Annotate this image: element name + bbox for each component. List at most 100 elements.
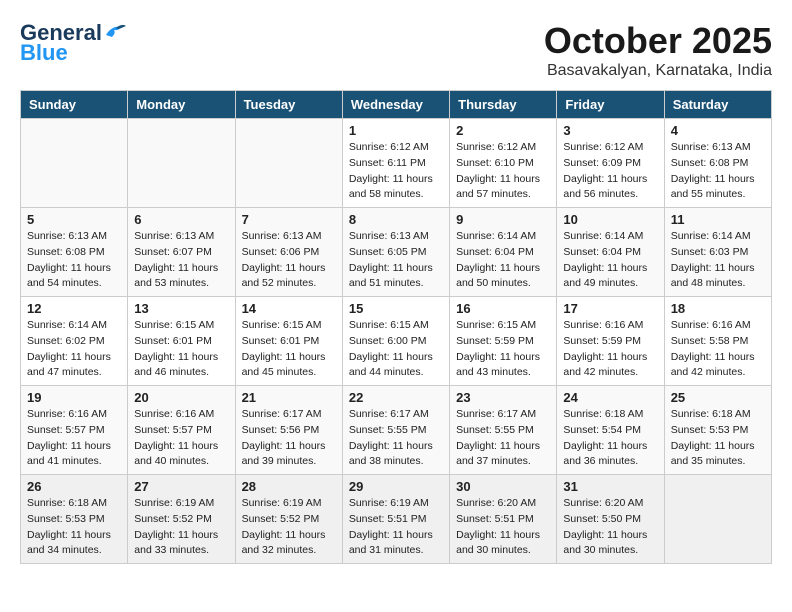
calendar-day-20: 20 Sunrise: 6:16 AM Sunset: 5:57 PM Dayli… bbox=[128, 386, 235, 475]
calendar-day-empty bbox=[235, 119, 342, 208]
day-info: Sunrise: 6:12 AM Sunset: 6:09 PM Dayligh… bbox=[563, 140, 657, 203]
day-number: 16 bbox=[456, 301, 550, 316]
calendar-day-30: 30 Sunrise: 6:20 AM Sunset: 5:51 PM Dayli… bbox=[450, 475, 557, 564]
day-info: Sunrise: 6:15 AM Sunset: 6:00 PM Dayligh… bbox=[349, 318, 443, 381]
column-header-sunday: Sunday bbox=[21, 91, 128, 119]
day-info: Sunrise: 6:16 AM Sunset: 5:57 PM Dayligh… bbox=[134, 407, 228, 470]
day-number: 14 bbox=[242, 301, 336, 316]
day-info: Sunrise: 6:16 AM Sunset: 5:58 PM Dayligh… bbox=[671, 318, 765, 381]
column-header-monday: Monday bbox=[128, 91, 235, 119]
calendar-week-row: 19Sunrise: 6:16 AM Sunset: 5:57 PM Dayli… bbox=[21, 386, 772, 475]
calendar-day-10: 10Sunrise: 6:14 AM Sunset: 6:04 PM Dayli… bbox=[557, 208, 664, 297]
day-number: 26 bbox=[27, 479, 121, 494]
day-number: 28 bbox=[242, 479, 336, 494]
day-info: Sunrise: 6:18 AM Sunset: 5:54 PM Dayligh… bbox=[563, 407, 657, 470]
day-info: Sunrise: 6:12 AM Sunset: 6:11 PM Dayligh… bbox=[349, 140, 443, 203]
logo-bird-icon bbox=[104, 23, 126, 39]
calendar-day-23: 23 Sunrise: 6:17 AM Sunset: 5:55 PM Dayli… bbox=[450, 386, 557, 475]
calendar-day-19: 19Sunrise: 6:16 AM Sunset: 5:57 PM Dayli… bbox=[21, 386, 128, 475]
column-header-wednesday: Wednesday bbox=[342, 91, 449, 119]
day-number: 23 bbox=[456, 390, 550, 405]
day-number: 29 bbox=[349, 479, 443, 494]
calendar-day-4: 4 Sunrise: 6:13 AM Sunset: 6:08 PM Daylig… bbox=[664, 119, 771, 208]
calendar-day-empty bbox=[21, 119, 128, 208]
page-header: General Blue October 2025 Basavakalyan, … bbox=[20, 20, 772, 80]
day-info: Sunrise: 6:13 AM Sunset: 6:07 PM Dayligh… bbox=[134, 229, 228, 292]
day-number: 27 bbox=[134, 479, 228, 494]
day-info: Sunrise: 6:16 AM Sunset: 5:59 PM Dayligh… bbox=[563, 318, 657, 381]
calendar-day-empty bbox=[664, 475, 771, 564]
day-info: Sunrise: 6:14 AM Sunset: 6:04 PM Dayligh… bbox=[456, 229, 550, 292]
day-info: Sunrise: 6:19 AM Sunset: 5:52 PM Dayligh… bbox=[134, 496, 228, 559]
month-title: October 2025 bbox=[544, 20, 772, 62]
column-header-tuesday: Tuesday bbox=[235, 91, 342, 119]
day-number: 10 bbox=[563, 212, 657, 227]
calendar-day-9: 9 Sunrise: 6:14 AM Sunset: 6:04 PM Daylig… bbox=[450, 208, 557, 297]
day-info: Sunrise: 6:14 AM Sunset: 6:02 PM Dayligh… bbox=[27, 318, 121, 381]
calendar-day-24: 24 Sunrise: 6:18 AM Sunset: 5:54 PM Dayli… bbox=[557, 386, 664, 475]
day-info: Sunrise: 6:17 AM Sunset: 5:55 PM Dayligh… bbox=[349, 407, 443, 470]
calendar-day-13: 13 Sunrise: 6:15 AM Sunset: 6:01 PM Dayli… bbox=[128, 297, 235, 386]
day-number: 15 bbox=[349, 301, 443, 316]
day-number: 31 bbox=[563, 479, 657, 494]
day-number: 21 bbox=[242, 390, 336, 405]
calendar-week-row: 5 Sunrise: 6:13 AM Sunset: 6:08 PM Daylig… bbox=[21, 208, 772, 297]
calendar-day-31: 31 Sunrise: 6:20 AM Sunset: 5:50 PM Dayli… bbox=[557, 475, 664, 564]
day-info: Sunrise: 6:12 AM Sunset: 6:10 PM Dayligh… bbox=[456, 140, 550, 203]
day-number: 12 bbox=[27, 301, 121, 316]
column-header-thursday: Thursday bbox=[450, 91, 557, 119]
calendar-header-row: SundayMondayTuesdayWednesdayThursdayFrid… bbox=[21, 91, 772, 119]
calendar-day-2: 2Sunrise: 6:12 AM Sunset: 6:10 PM Daylig… bbox=[450, 119, 557, 208]
logo: General Blue bbox=[20, 20, 126, 66]
day-number: 3 bbox=[563, 123, 657, 138]
title-block: October 2025 Basavakalyan, Karnataka, In… bbox=[544, 20, 772, 80]
day-info: Sunrise: 6:16 AM Sunset: 5:57 PM Dayligh… bbox=[27, 407, 121, 470]
day-info: Sunrise: 6:15 AM Sunset: 6:01 PM Dayligh… bbox=[134, 318, 228, 381]
calendar-day-empty bbox=[128, 119, 235, 208]
calendar-day-21: 21Sunrise: 6:17 AM Sunset: 5:56 PM Dayli… bbox=[235, 386, 342, 475]
day-info: Sunrise: 6:13 AM Sunset: 6:08 PM Dayligh… bbox=[27, 229, 121, 292]
calendar-day-11: 11Sunrise: 6:14 AM Sunset: 6:03 PM Dayli… bbox=[664, 208, 771, 297]
location-text: Basavakalyan, Karnataka, India bbox=[544, 62, 772, 80]
day-number: 20 bbox=[134, 390, 228, 405]
day-info: Sunrise: 6:20 AM Sunset: 5:50 PM Dayligh… bbox=[563, 496, 657, 559]
calendar-day-6: 6 Sunrise: 6:13 AM Sunset: 6:07 PM Daylig… bbox=[128, 208, 235, 297]
day-number: 13 bbox=[134, 301, 228, 316]
calendar-day-14: 14 Sunrise: 6:15 AM Sunset: 6:01 PM Dayli… bbox=[235, 297, 342, 386]
calendar-day-5: 5 Sunrise: 6:13 AM Sunset: 6:08 PM Daylig… bbox=[21, 208, 128, 297]
day-number: 8 bbox=[349, 212, 443, 227]
calendar-day-1: 1Sunrise: 6:12 AM Sunset: 6:11 PM Daylig… bbox=[342, 119, 449, 208]
day-number: 5 bbox=[27, 212, 121, 227]
calendar-table: SundayMondayTuesdayWednesdayThursdayFrid… bbox=[20, 90, 772, 564]
day-info: Sunrise: 6:20 AM Sunset: 5:51 PM Dayligh… bbox=[456, 496, 550, 559]
calendar-day-22: 22 Sunrise: 6:17 AM Sunset: 5:55 PM Dayli… bbox=[342, 386, 449, 475]
day-info: Sunrise: 6:13 AM Sunset: 6:06 PM Dayligh… bbox=[242, 229, 336, 292]
calendar-week-row: 1Sunrise: 6:12 AM Sunset: 6:11 PM Daylig… bbox=[21, 119, 772, 208]
calendar-day-29: 29Sunrise: 6:19 AM Sunset: 5:51 PM Dayli… bbox=[342, 475, 449, 564]
day-number: 4 bbox=[671, 123, 765, 138]
calendar-day-27: 27 Sunrise: 6:19 AM Sunset: 5:52 PM Dayli… bbox=[128, 475, 235, 564]
calendar-day-8: 8 Sunrise: 6:13 AM Sunset: 6:05 PM Daylig… bbox=[342, 208, 449, 297]
day-info: Sunrise: 6:13 AM Sunset: 6:05 PM Dayligh… bbox=[349, 229, 443, 292]
day-number: 18 bbox=[671, 301, 765, 316]
day-info: Sunrise: 6:13 AM Sunset: 6:08 PM Dayligh… bbox=[671, 140, 765, 203]
calendar-day-7: 7Sunrise: 6:13 AM Sunset: 6:06 PM Daylig… bbox=[235, 208, 342, 297]
day-number: 9 bbox=[456, 212, 550, 227]
calendar-day-15: 15 Sunrise: 6:15 AM Sunset: 6:00 PM Dayli… bbox=[342, 297, 449, 386]
day-info: Sunrise: 6:17 AM Sunset: 5:55 PM Dayligh… bbox=[456, 407, 550, 470]
calendar-day-28: 28Sunrise: 6:19 AM Sunset: 5:52 PM Dayli… bbox=[235, 475, 342, 564]
calendar-day-26: 26 Sunrise: 6:18 AM Sunset: 5:53 PM Dayli… bbox=[21, 475, 128, 564]
day-number: 6 bbox=[134, 212, 228, 227]
day-number: 25 bbox=[671, 390, 765, 405]
column-header-friday: Friday bbox=[557, 91, 664, 119]
day-number: 24 bbox=[563, 390, 657, 405]
day-info: Sunrise: 6:18 AM Sunset: 5:53 PM Dayligh… bbox=[27, 496, 121, 559]
day-info: Sunrise: 6:15 AM Sunset: 5:59 PM Dayligh… bbox=[456, 318, 550, 381]
calendar-day-16: 16 Sunrise: 6:15 AM Sunset: 5:59 PM Dayli… bbox=[450, 297, 557, 386]
day-number: 17 bbox=[563, 301, 657, 316]
day-info: Sunrise: 6:15 AM Sunset: 6:01 PM Dayligh… bbox=[242, 318, 336, 381]
day-number: 30 bbox=[456, 479, 550, 494]
calendar-day-25: 25Sunrise: 6:18 AM Sunset: 5:53 PM Dayli… bbox=[664, 386, 771, 475]
day-number: 22 bbox=[349, 390, 443, 405]
calendar-day-3: 3 Sunrise: 6:12 AM Sunset: 6:09 PM Daylig… bbox=[557, 119, 664, 208]
